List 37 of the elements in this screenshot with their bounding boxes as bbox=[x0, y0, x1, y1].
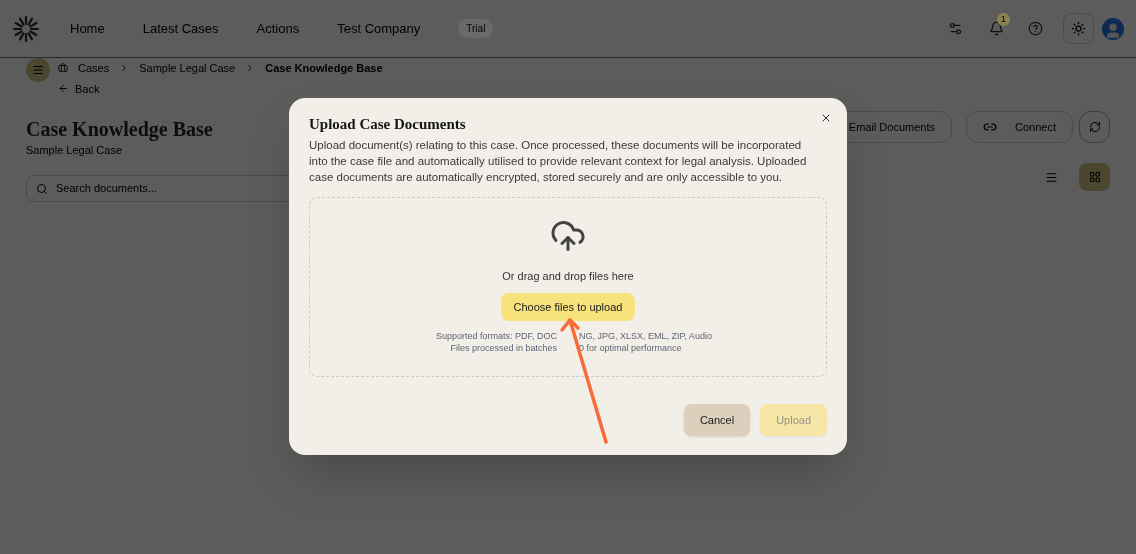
refresh-icon bbox=[1088, 121, 1101, 133]
breadcrumb-link[interactable]: Case Knowledge Base bbox=[265, 60, 383, 77]
refresh-button[interactable] bbox=[1079, 111, 1110, 143]
notification-count: 1 bbox=[997, 13, 1010, 26]
supported-formats: NG, JPG, XLSX, EML, ZIP, Audio bbox=[579, 330, 713, 343]
connect-button[interactable]: Connect bbox=[966, 111, 1073, 143]
notification-icon[interactable] bbox=[989, 21, 1004, 36]
nav-link[interactable]: Home bbox=[70, 18, 105, 39]
list-icon bbox=[1045, 170, 1058, 184]
logo-icon[interactable] bbox=[12, 14, 40, 43]
breadcrumb-link[interactable]: Sample Legal Case bbox=[139, 60, 236, 77]
settings-icon[interactable] bbox=[948, 21, 963, 36]
search-icon bbox=[36, 182, 48, 195]
cancel-button[interactable]: Cancel bbox=[683, 403, 751, 436]
link-icon bbox=[983, 120, 997, 134]
back-link[interactable]: Back bbox=[58, 80, 383, 97]
nav-link[interactable]: Actions bbox=[256, 18, 300, 39]
help-icon[interactable] bbox=[1028, 21, 1043, 36]
supported-formats: Supported formats: PDF, DOC bbox=[434, 330, 557, 343]
avatar-icon[interactable] bbox=[1102, 17, 1124, 40]
menu-icon bbox=[32, 64, 44, 76]
back-label: Back bbox=[75, 81, 100, 97]
dialog-title: Upload Case Documents bbox=[309, 115, 467, 134]
theme-toggle[interactable] bbox=[1063, 13, 1094, 44]
choose-files-button[interactable]: Choose files to upload bbox=[500, 293, 636, 322]
menu-button[interactable] bbox=[26, 58, 50, 82]
drop-hint: Or drag and drop files here bbox=[502, 268, 634, 284]
breadcrumb-link[interactable]: Cases bbox=[78, 60, 110, 77]
batch-note: Files processed in batches bbox=[449, 342, 557, 355]
sun-icon bbox=[1071, 21, 1086, 36]
arrow-left-icon bbox=[58, 83, 69, 95]
grid-view-button[interactable] bbox=[1079, 163, 1110, 191]
nav-link[interactable]: Latest Cases bbox=[142, 18, 219, 39]
briefcase-icon bbox=[58, 63, 68, 74]
grid-icon bbox=[1088, 171, 1101, 183]
plan-badge: Trial bbox=[458, 19, 494, 38]
nav-link[interactable]: Test Company bbox=[337, 18, 421, 39]
